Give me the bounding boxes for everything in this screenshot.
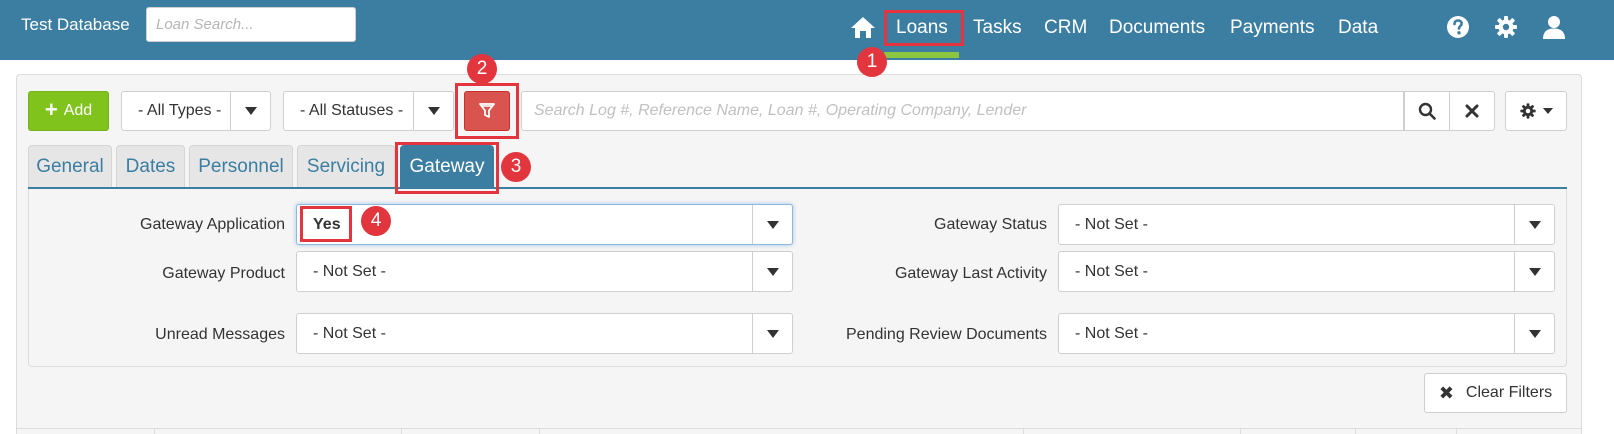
home-icon[interactable]: [849, 15, 877, 39]
gateway-status-value: - Not Set -: [1075, 215, 1148, 233]
status-filter-value: - All Statuses -: [300, 102, 404, 119]
annotation-badge: 4: [361, 206, 391, 236]
clear-search-button[interactable]: [1449, 91, 1495, 131]
add-button-label: Add: [63, 102, 93, 119]
type-filter-select[interactable]: - All Types -: [121, 91, 271, 131]
chevron-down-icon[interactable]: [752, 205, 792, 244]
nav-payments[interactable]: Payments: [1230, 17, 1314, 39]
annotation-highlight: [884, 10, 964, 46]
clear-filters-label: Clear Filters: [1465, 384, 1553, 401]
loan-search-field[interactable]: [521, 91, 1404, 131]
chevron-down-icon[interactable]: [230, 92, 270, 130]
gateway-status-select[interactable]: - Not Set -: [1058, 204, 1555, 245]
table-column-divider: [1355, 428, 1356, 434]
annotation-highlight: [395, 142, 499, 194]
table-column-divider: [401, 428, 402, 434]
annotation-badge: 3: [501, 152, 531, 182]
gateway-last-activity-value: - Not Set -: [1075, 262, 1148, 280]
add-button[interactable]: + Add: [28, 91, 109, 131]
unread-messages-value: - Not Set -: [313, 324, 386, 342]
help-icon[interactable]: [1445, 14, 1471, 40]
nav-tasks[interactable]: Tasks: [973, 17, 1022, 39]
table-column-divider: [539, 428, 540, 434]
brand-name[interactable]: Test Database: [21, 15, 130, 35]
tab-personnel[interactable]: Personnel: [189, 145, 293, 188]
chevron-down-icon[interactable]: [1514, 252, 1554, 291]
gateway-product-select[interactable]: - Not Set -: [296, 251, 793, 292]
type-filter-value: - All Types -: [138, 102, 222, 119]
pending-review-documents-value: - Not Set -: [1075, 324, 1148, 342]
loan-search-input[interactable]: [146, 7, 356, 42]
chevron-down-icon[interactable]: [413, 92, 453, 130]
gateway-status-label: Gateway Status: [934, 216, 1047, 233]
user-icon[interactable]: [1541, 14, 1567, 40]
annotation-badge: 2: [467, 54, 497, 84]
gear-icon: [1520, 103, 1536, 119]
table-column-divider: [1240, 428, 1241, 434]
settings-dropdown[interactable]: [1505, 91, 1567, 131]
gateway-product-label: Gateway Product: [162, 265, 285, 282]
gateway-last-activity-select[interactable]: - Not Set -: [1058, 251, 1555, 292]
annotation-badge: 1: [857, 47, 887, 77]
plus-icon: +: [44, 97, 58, 122]
table-column-divider: [154, 428, 155, 434]
chevron-down-icon[interactable]: [1514, 314, 1554, 353]
tab-dates[interactable]: Dates: [116, 145, 185, 188]
tab-general[interactable]: General: [28, 145, 112, 188]
pending-review-documents-label: Pending Review Documents: [846, 326, 1047, 343]
status-filter-select[interactable]: - All Statuses -: [283, 91, 454, 131]
table-column-divider: [1023, 428, 1024, 434]
annotation-highlight: [455, 83, 519, 139]
chevron-down-icon[interactable]: [1514, 205, 1554, 244]
top-navbar: Test Database Loans Tasks CRM Documents …: [0, 0, 1614, 60]
nav-data[interactable]: Data: [1338, 17, 1378, 39]
nav-crm[interactable]: CRM: [1044, 17, 1087, 39]
gateway-product-value: - Not Set -: [313, 262, 386, 280]
nav-active-indicator: [884, 52, 959, 58]
table-column-divider: [1456, 428, 1457, 434]
nav-documents[interactable]: Documents: [1109, 17, 1205, 39]
close-icon: [1465, 104, 1479, 118]
unread-messages-select[interactable]: - Not Set -: [296, 313, 793, 354]
search-button[interactable]: [1404, 91, 1450, 131]
close-icon: ✖: [1438, 382, 1454, 403]
caret-down-icon: [1543, 108, 1553, 114]
tab-servicing[interactable]: Servicing: [297, 145, 395, 188]
annotation-highlight: [300, 206, 352, 242]
gateway-application-label: Gateway Application: [140, 216, 285, 233]
clear-filters-button[interactable]: ✖ Clear Filters: [1424, 373, 1567, 413]
gear-icon[interactable]: [1493, 14, 1519, 40]
results-table-header: [16, 428, 1582, 434]
unread-messages-label: Unread Messages: [155, 326, 285, 343]
pending-review-documents-select[interactable]: - Not Set -: [1058, 313, 1555, 354]
chevron-down-icon[interactable]: [752, 252, 792, 291]
search-icon: [1418, 102, 1436, 120]
chevron-down-icon[interactable]: [752, 314, 792, 353]
gateway-last-activity-label: Gateway Last Activity: [894, 265, 1047, 282]
